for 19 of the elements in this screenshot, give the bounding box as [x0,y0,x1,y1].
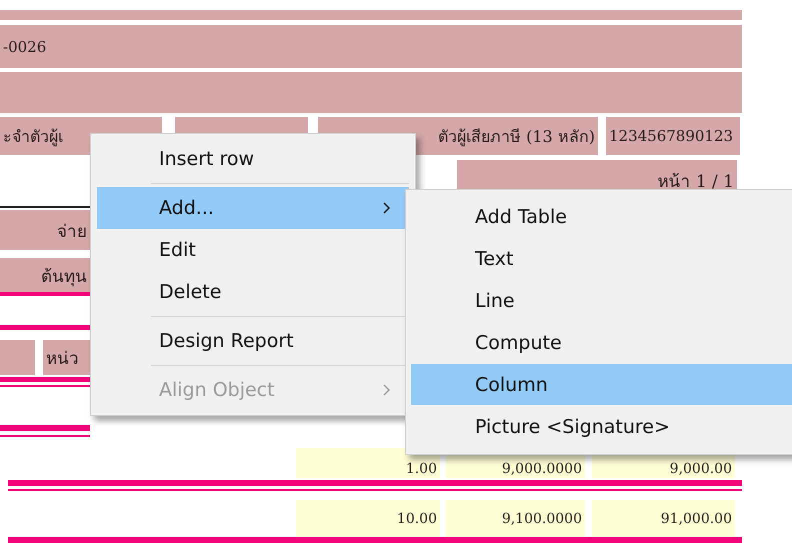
menu-item[interactable]: Edit [97,229,409,271]
report-field: 1234567890123 [606,117,740,155]
menu-item[interactable]: Add... [97,187,409,229]
menu-item[interactable]: Design Report [97,320,409,362]
report-field: จ่าย [0,210,90,250]
menu-item[interactable]: Delete [97,271,409,313]
report-field: 10.00 [296,500,440,537]
report-band [0,340,35,375]
report-field: 1.00 [296,448,440,478]
menu-item[interactable]: Text [411,238,792,279]
menu-item[interactable]: Column [411,364,792,405]
report-field: -0026 [0,25,742,68]
report-field: หน่ว [43,340,93,375]
menu-item[interactable]: Line [411,280,792,321]
menu-item[interactable]: Picture <Signature> [411,406,792,447]
report-field: ต้นทุน [0,258,90,292]
report-field: 9,100.0000 [446,500,585,537]
report-field: 91,000.00 [592,500,735,537]
menu-item[interactable]: Compute [411,322,792,363]
